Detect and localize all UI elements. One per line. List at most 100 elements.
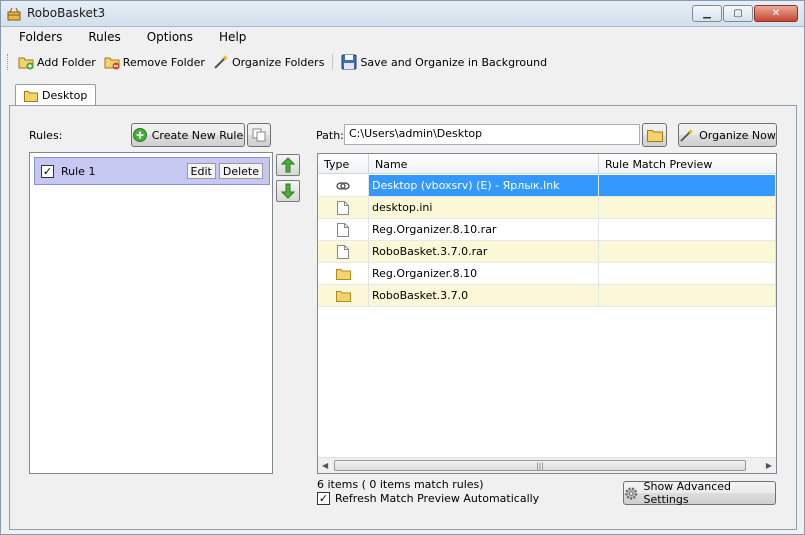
rule-match-preview	[599, 197, 776, 218]
file-name: desktop.ini	[369, 197, 599, 218]
magic-wand-icon	[680, 128, 694, 142]
file-name: Reg.Organizer.8.10.rar	[369, 219, 599, 240]
create-new-rule-label: Create New Rule	[151, 128, 244, 142]
grid-header: Type Name Rule Match Preview	[318, 154, 776, 174]
show-advanced-settings-label: Show Advanced Settings	[643, 480, 731, 506]
remove-folder-button[interactable]: Remove Folder	[100, 52, 209, 72]
arrow-down-icon	[281, 183, 295, 199]
minimize-icon: ▁	[703, 8, 711, 19]
organize-now-label: Organize Now	[699, 128, 776, 142]
table-row[interactable]: Reg.Organizer.8.10.rar	[318, 219, 776, 241]
minimize-button[interactable]: ▁	[692, 5, 722, 22]
items-count: 6 items ( 0 items match rules)	[317, 478, 484, 491]
table-row[interactable]: desktop.ini	[318, 197, 776, 219]
menu-folders[interactable]: Folders	[1, 27, 70, 49]
table-row[interactable]: RoboBasket.3.7.0	[318, 285, 776, 307]
add-folder-icon	[18, 57, 34, 70]
scrollbar-thumb[interactable]: |||	[334, 460, 746, 471]
tab-desktop-label: Desktop	[42, 89, 88, 102]
column-header-preview[interactable]: Rule Match Preview	[599, 154, 776, 174]
add-folder-button[interactable]: Add Folder	[14, 52, 100, 72]
move-rule-down-button[interactable]	[276, 180, 300, 202]
tab-strip: Desktop	[15, 84, 97, 106]
file-icon	[337, 200, 349, 215]
folder-icon	[646, 129, 663, 142]
path-label: Path:	[316, 129, 344, 142]
copy-icon	[252, 128, 266, 142]
checkmark-icon: ✓	[42, 164, 53, 178]
menu-bar: Folders Rules Options Help	[1, 27, 804, 49]
add-circle-icon	[132, 128, 147, 142]
toolbar-grip[interactable]	[7, 54, 10, 70]
refresh-preview-option[interactable]: ✓ Refresh Match Preview Automatically	[317, 492, 539, 505]
file-name: RoboBasket.3.7.0	[369, 285, 599, 306]
folder-icon	[24, 90, 38, 102]
window-title: RoboBasket3	[27, 6, 106, 20]
refresh-preview-checkbox[interactable]: ✓	[317, 492, 330, 505]
rules-label: Rules:	[29, 129, 63, 142]
link-icon	[336, 181, 350, 190]
close-icon: ✕	[771, 8, 781, 19]
file-icon	[337, 244, 349, 259]
app-window: RoboBasket3 ▁ ▢ ✕ Folders Rules Options …	[0, 0, 805, 535]
delete-rule-button[interactable]: Delete	[218, 163, 263, 179]
save-icon	[341, 54, 357, 70]
table-row[interactable]: Reg.Organizer.8.10	[318, 263, 776, 285]
maximize-button[interactable]: ▢	[723, 5, 753, 22]
basket-icon	[7, 7, 21, 21]
folder-icon	[335, 268, 351, 280]
remove-folder-icon	[104, 57, 120, 70]
checkmark-icon: ✓	[318, 492, 329, 505]
save-organize-button[interactable]: Save and Organize in Background	[337, 52, 551, 72]
rule-match-preview	[599, 285, 776, 306]
grip-icon: |||	[536, 461, 544, 470]
rule-match-preview	[599, 219, 776, 240]
path-input[interactable]: C:\Users\admin\Desktop	[344, 124, 640, 145]
organize-now-button[interactable]: Organize Now	[678, 123, 777, 147]
maximize-icon: ▢	[733, 8, 743, 19]
magic-wand-icon	[214, 55, 228, 69]
move-rule-up-button[interactable]	[276, 154, 300, 176]
arrow-up-icon	[281, 157, 295, 173]
menu-rules[interactable]: Rules	[70, 27, 128, 49]
gear-icon	[625, 486, 638, 500]
title-bar[interactable]: RoboBasket3 ▁ ▢ ✕	[1, 1, 804, 27]
file-name: Reg.Organizer.8.10	[369, 263, 599, 284]
rules-list[interactable]: ✓ Rule 1 Edit Delete	[29, 152, 273, 474]
tab-desktop[interactable]: Desktop	[15, 84, 97, 106]
scroll-left-icon[interactable]: ◀	[322, 461, 328, 470]
file-name: RoboBasket.3.7.0.rar	[369, 241, 599, 262]
create-new-rule-button[interactable]: Create New Rule	[131, 123, 245, 147]
rule-item[interactable]: ✓ Rule 1 Edit Delete	[34, 157, 270, 185]
rule-match-preview	[599, 175, 776, 196]
toolbar: Add Folder Remove Folder Organize Folder…	[1, 50, 804, 74]
column-header-type[interactable]: Type	[318, 154, 369, 174]
file-icon	[337, 222, 349, 237]
remove-folder-label: Remove Folder	[122, 55, 205, 69]
copy-rule-button[interactable]	[247, 123, 271, 147]
save-organize-label: Save and Organize in Background	[360, 55, 548, 69]
close-button[interactable]: ✕	[754, 5, 798, 22]
toolbar-separator	[332, 54, 334, 70]
rule-match-preview	[599, 263, 776, 284]
column-header-name[interactable]: Name	[369, 154, 599, 174]
add-folder-label: Add Folder	[37, 55, 96, 69]
file-grid[interactable]: Type Name Rule Match Preview Desktop (vb…	[317, 153, 777, 474]
organize-folders-label: Organize Folders	[231, 55, 325, 69]
rule-enabled-checkbox[interactable]: ✓	[41, 164, 54, 178]
organize-folders-button[interactable]: Organize Folders	[209, 52, 329, 72]
browse-folder-button[interactable]	[642, 123, 667, 147]
table-row[interactable]: Desktop (vboxsrv) (E) - Ярлык.lnk	[318, 175, 776, 197]
show-advanced-settings-button[interactable]: Show Advanced Settings	[623, 480, 776, 506]
rule-match-preview	[599, 241, 776, 262]
menu-help[interactable]: Help	[201, 27, 254, 49]
file-name: Desktop (vboxsrv) (E) - Ярлык.lnk	[369, 175, 599, 196]
horizontal-scrollbar[interactable]: ◀ ||| ▶	[318, 457, 776, 473]
edit-rule-button[interactable]: Edit	[186, 163, 216, 179]
table-row[interactable]: RoboBasket.3.7.0.rar	[318, 241, 776, 263]
rule-name: Rule 1	[61, 164, 96, 178]
refresh-preview-label: Refresh Match Preview Automatically	[335, 492, 540, 505]
folder-icon	[335, 290, 351, 302]
menu-options[interactable]: Options	[129, 27, 201, 49]
scroll-right-icon[interactable]: ▶	[766, 461, 772, 470]
